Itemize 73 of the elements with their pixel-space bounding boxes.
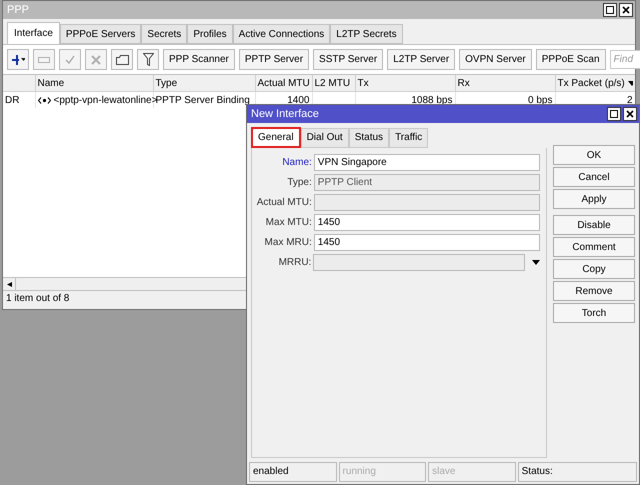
dialog-button[interactable]: OK	[553, 145, 635, 165]
field-label: MRRU:	[278, 257, 312, 268]
dialog-button[interactable]: Copy	[553, 259, 635, 279]
dialog-title: New Interface	[251, 108, 319, 120]
input-field[interactable]: VPN Singapore	[314, 154, 540, 171]
status-cell: running	[338, 462, 426, 482]
dialog-button[interactable]: Torch	[553, 303, 635, 323]
column-header[interactable]: Rx	[455, 75, 555, 92]
tab[interactable]: Dial Out	[300, 128, 349, 148]
minus-icon	[38, 56, 50, 62]
column-title: Tx Packet (p/s)	[558, 78, 625, 88]
interface-name: <pptp-vpn-lewatonline>	[54, 94, 158, 106]
square-icon	[610, 110, 618, 118]
column-header[interactable]: Actual MTU	[255, 75, 312, 92]
close-icon	[626, 110, 634, 118]
tab[interactable]: Traffic	[389, 128, 428, 148]
close-icon	[622, 6, 630, 14]
toolbar-button[interactable]: SSTP Server	[313, 49, 384, 70]
filter-button[interactable]	[137, 49, 159, 70]
field-label: Max MRU:	[264, 237, 312, 248]
field-label: Type:	[286, 177, 312, 188]
toolbar-button[interactable]: PPTP Server	[238, 49, 310, 70]
tab[interactable]: Secrets	[141, 24, 188, 44]
tab[interactable]: General	[251, 127, 301, 148]
window-title: PPP	[7, 4, 30, 16]
tab[interactable]: Active Connections	[232, 24, 330, 44]
column-header[interactable]: Tx	[355, 75, 455, 92]
toolbar-button[interactable]: L2TP Server	[387, 49, 456, 70]
status-text: 1 item out of 8	[5, 292, 70, 306]
tab[interactable]: L2TP Secrets	[330, 24, 403, 44]
tab[interactable]: Interface	[7, 22, 60, 44]
status-cell: enabled	[249, 462, 337, 482]
toolbar-button[interactable]: OVPN Server	[459, 49, 532, 70]
caret-icon	[21, 58, 25, 61]
dialog-button[interactable]: Apply	[553, 189, 635, 209]
column-header[interactable]: Tx Packet (p/s)	[555, 75, 635, 92]
field-label: Actual MTU:	[256, 197, 312, 208]
comment-button[interactable]	[111, 49, 133, 70]
tab[interactable]: Profiles	[187, 24, 233, 44]
tab[interactable]: Status	[348, 128, 390, 148]
status-cell: slave	[428, 462, 516, 482]
input-field[interactable]: 1450	[314, 234, 540, 251]
field-label: Name:	[281, 157, 312, 168]
dialog-button[interactable]: Remove	[553, 281, 635, 301]
left-arrow-icon	[6, 282, 12, 286]
add-button[interactable]	[7, 49, 29, 70]
status-cell: Status:	[518, 462, 637, 482]
note-icon	[116, 54, 128, 64]
column-header[interactable]: L2 MTU	[312, 75, 355, 92]
table-cell: DR	[3, 92, 35, 108]
toolbar-button[interactable]: PPP Scanner	[163, 49, 235, 70]
cross-icon	[90, 54, 102, 66]
dropdown-icon[interactable]	[628, 80, 632, 86]
field-label: Max MTU:	[264, 217, 312, 228]
maximize-button[interactable]	[603, 3, 617, 17]
close-button[interactable]	[623, 107, 637, 121]
dialog-button[interactable]: Comment	[553, 237, 635, 257]
dropdown-icon[interactable]	[532, 260, 540, 265]
tab[interactable]: PPPoE Servers	[60, 24, 142, 44]
find-field[interactable]: Find	[610, 50, 640, 69]
maximize-button[interactable]	[607, 107, 621, 121]
square-icon	[606, 6, 614, 14]
dialog-button[interactable]: Disable	[553, 215, 635, 235]
check-icon	[64, 54, 76, 66]
close-button[interactable]	[619, 3, 633, 17]
dialog-button[interactable]: Cancel	[553, 167, 635, 187]
column-header[interactable]: Type	[153, 75, 255, 92]
interface-icon	[38, 96, 50, 104]
column-header[interactable]: Name	[35, 75, 153, 92]
plus-icon	[11, 54, 20, 66]
input-field[interactable]: 1450	[314, 214, 540, 231]
toolbar-button[interactable]: PPPoE Scan	[536, 49, 606, 70]
filter-icon	[142, 53, 154, 66]
